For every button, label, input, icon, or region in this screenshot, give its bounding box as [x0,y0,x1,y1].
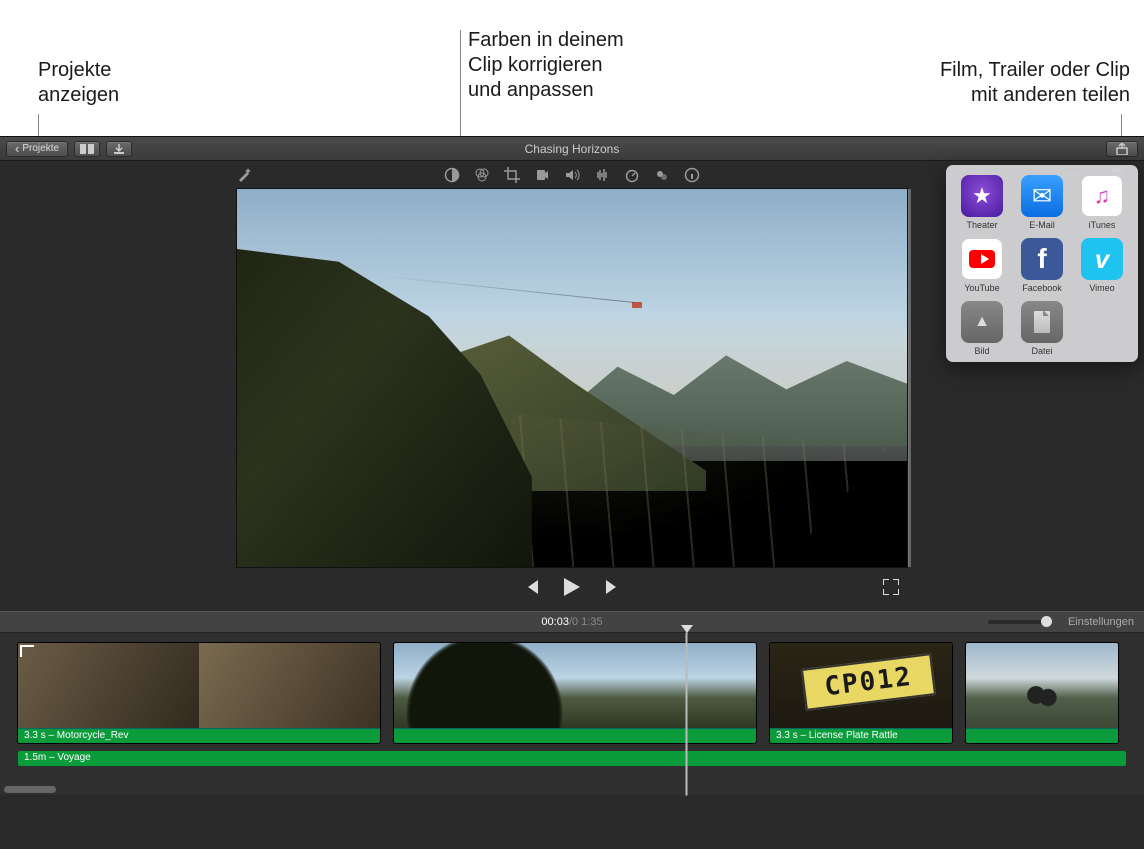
share-popover: Theater E-Mail iTunes YouTube Facebook V… [946,165,1138,362]
video-track: 3.3 s – Motorcycle_Rev 3.3 s – License P… [18,643,1126,743]
vimeo-icon [1081,238,1123,280]
timeline-clip[interactable]: 3.3 s – License Plate Rattle [770,643,952,743]
share-image[interactable]: Bild [954,301,1010,356]
fullscreen-button[interactable] [883,579,899,595]
import-button[interactable] [106,141,132,157]
playhead[interactable] [686,633,687,795]
image-icon [961,301,1003,343]
color-correction-icon[interactable] [474,167,490,183]
projects-button-label: Projekte [22,143,59,154]
imovie-window: Projekte Chasing Horizons [0,136,1144,849]
clip-audio-label [966,728,1118,743]
clip-audio-label: 3.3 s – Motorcycle_Rev [18,728,380,743]
noise-reduction-icon[interactable] [594,167,610,183]
share-label: YouTube [964,283,999,293]
share-youtube[interactable]: YouTube [954,238,1010,293]
total-duration: 0 1:35 [572,616,603,628]
callout-projects: Projekte anzeigen [38,58,119,108]
music-track[interactable]: 1.5m – Voyage [18,751,1126,766]
color-balance-icon[interactable] [444,167,460,183]
share-label: Facebook [1022,283,1062,293]
clip-audio-label: 3.3 s – License Plate Rattle [770,728,952,743]
timeline-header: 00:03 / 0 1:35 Einstellungen [0,611,1144,633]
timeline-clip[interactable] [966,643,1118,743]
top-toolbar: Projekte Chasing Horizons [0,137,1144,161]
share-vimeo[interactable]: Vimeo [1074,238,1130,293]
facebook-icon [1021,238,1063,280]
speed-icon[interactable] [624,167,640,183]
playhead-time: 00:03 [541,616,569,628]
share-label: E-Mail [1029,220,1055,230]
video-viewer[interactable] [237,189,907,567]
mail-icon [1021,175,1063,217]
music-track-label: 1.5m – Voyage [24,752,91,763]
share-label: Vimeo [1089,283,1114,293]
timeline-clip[interactable] [394,643,756,743]
timeline-zoom-slider[interactable] [988,620,1048,624]
share-label: Bild [974,346,989,356]
itunes-icon [1081,175,1123,217]
share-file[interactable]: Datei [1014,301,1070,356]
cable-car-icon [632,302,642,308]
stabilization-icon[interactable] [534,167,550,183]
window-title: Chasing Horizons [0,142,1144,156]
theater-icon [961,175,1003,217]
youtube-icon [961,238,1003,280]
callout-share: Film, Trailer oder Clip mit anderen teil… [838,58,1130,108]
horizontal-scrollbar[interactable] [4,786,56,793]
share-facebook[interactable]: Facebook [1014,238,1070,293]
library-toggle-button[interactable] [74,141,100,157]
info-icon[interactable] [684,167,700,183]
crop-icon[interactable] [504,167,520,183]
prev-frame-button[interactable] [524,580,540,594]
timeline-settings-button[interactable]: Einstellungen [1068,616,1134,628]
callout-color-correct: Farben in deinem Clip korrigieren und an… [468,28,624,103]
transport-controls [237,567,907,607]
share-label: Datei [1031,346,1052,356]
clip-audio-label [394,728,756,743]
clip-filter-icon[interactable] [654,167,670,183]
share-itunes[interactable]: iTunes [1074,175,1130,230]
share-label: iTunes [1089,220,1116,230]
timeline[interactable]: 3.3 s – Motorcycle_Rev 3.3 s – License P… [0,633,1144,795]
timeline-clip[interactable]: 3.3 s – Motorcycle_Rev [18,643,380,743]
magic-wand-icon[interactable] [236,167,252,183]
file-icon [1021,301,1063,343]
share-email[interactable]: E-Mail [1014,175,1070,230]
projects-button[interactable]: Projekte [6,141,68,157]
share-button[interactable] [1106,141,1138,157]
volume-icon[interactable] [564,167,580,183]
play-button[interactable] [564,578,580,596]
share-label: Theater [966,220,997,230]
next-frame-button[interactable] [604,580,620,594]
share-theater[interactable]: Theater [954,175,1010,230]
clip-in-marker-icon [20,645,34,657]
